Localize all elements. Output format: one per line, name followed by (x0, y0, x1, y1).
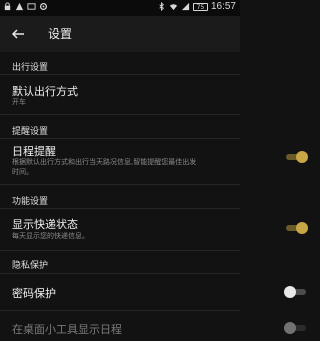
widget-schedule-title: 在桌面小工具显示日程 (12, 323, 122, 336)
show-express-title: 显示快递状态 (12, 218, 78, 231)
app-bar: 设置 (0, 16, 240, 52)
section-header-feature: 功能设置 (12, 197, 49, 207)
widget-schedule-toggle[interactable] (284, 321, 308, 335)
divider (0, 74, 240, 75)
password-title: 密码保护 (12, 287, 56, 300)
divider (0, 310, 240, 311)
settings-icon (39, 2, 48, 11)
back-arrow-icon[interactable] (8, 24, 28, 44)
page-title: 设置 (48, 27, 73, 41)
wifi-icon (169, 4, 178, 11)
lock-icon (4, 2, 11, 11)
signal-icon (181, 2, 190, 11)
password-toggle[interactable] (284, 285, 308, 299)
default-travel-value: 开车 (12, 98, 26, 106)
divider (0, 208, 240, 209)
clock: 16:57 (210, 1, 236, 12)
status-right-icons: 75 16:57 (157, 1, 236, 12)
divider (0, 250, 240, 251)
status-left-icons (3, 2, 48, 11)
show-express-desc: 每天显示您的快递信息。 (12, 232, 89, 240)
schedule-reminder-toggle[interactable] (284, 150, 308, 164)
status-bar: 75 16:57 (0, 0, 240, 16)
section-header-travel: 出行设置 (12, 63, 49, 73)
divider (0, 114, 240, 115)
bluetooth-icon (159, 2, 164, 11)
show-express-toggle[interactable] (284, 221, 308, 235)
warning-icon (15, 2, 24, 11)
divider (0, 138, 240, 139)
divider (0, 273, 240, 274)
schedule-reminder-desc: 根据默认出行方式和出行当天路况信息,智能提醒您最佳出发时间。 (12, 158, 197, 176)
section-header-privacy: 隐私保护 (12, 261, 49, 271)
message-icon (27, 3, 36, 10)
battery-indicator: 75 (192, 2, 208, 11)
section-header-reminder: 提醒设置 (12, 127, 49, 137)
divider (0, 184, 240, 185)
